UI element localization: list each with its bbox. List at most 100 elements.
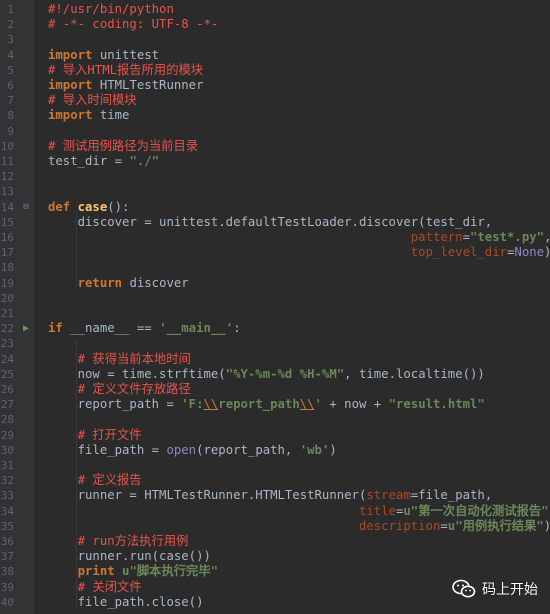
keyword: import [48, 108, 93, 123]
line-number: 11 [0, 155, 14, 168]
code-text: unittest [92, 47, 160, 62]
fold-collapse-icon[interactable]: ⊟ [22, 200, 30, 215]
line-number: 35 [0, 519, 14, 533]
line-number: 30 [0, 443, 14, 457]
line-number: 9 [7, 124, 14, 138]
code-line: description=u"用例执行结果") [48, 519, 550, 534]
keyword-argument: pattern [410, 230, 463, 244]
code-line: title=u"第一次自动化测试报告", [48, 504, 550, 519]
code-line: # 打开文件 [48, 428, 550, 443]
punctuation: ) [544, 245, 550, 259]
line-number-gutter: 1 2 3 4 5 6 7 8 9 10 11 12 13 14 15 16 1… [0, 0, 34, 614]
line-number: 14 [0, 200, 14, 214]
code-line: runner.run(case()) [48, 549, 550, 564]
string: u"用例执行结果" [447, 518, 544, 533]
line-number: 36 [0, 535, 14, 548]
line-number: 17 [0, 246, 14, 260]
code-line: import time [48, 108, 550, 123]
wechat-icon [452, 579, 476, 598]
code-text: file_path = [48, 442, 167, 457]
code-line: import HTMLTestRunner [48, 78, 550, 93]
code-line: # 定义文件存放路径 [48, 382, 550, 397]
line-number: 1 [7, 3, 14, 16]
code-text: + now + [321, 397, 389, 412]
line-number: 6 [7, 79, 14, 92]
code-line: # 测试用例路径为当前目录 [48, 139, 550, 154]
code-line: # 导入时间模块 [48, 93, 550, 108]
line-number: 10 [0, 139, 14, 153]
punctuation: ) [544, 519, 550, 533]
line-number: 12 [0, 170, 14, 184]
code-text: test_dir = [48, 154, 130, 168]
comment: # -*- coding: UTF-8 -*- [48, 17, 219, 32]
run-arrow-icon[interactable]: ▶ [22, 321, 30, 336]
keyword: return [77, 275, 123, 290]
code-text: HTMLTestRunner [92, 78, 204, 92]
string: report_path [218, 397, 300, 412]
keyword: import [48, 78, 93, 92]
function-name: case [77, 199, 108, 214]
code-text: file_path.close() [48, 594, 204, 609]
line-number: 3 [7, 33, 14, 47]
code-line: # 获得当前本地时间 [48, 352, 550, 367]
string: 'wb' [299, 442, 330, 457]
line-number: 4 [7, 48, 14, 62]
line-number: 38 [0, 565, 14, 579]
code-text: report_path = [48, 397, 182, 412]
code-line: # 定义报告 [48, 473, 550, 488]
keyword: print [77, 564, 115, 579]
string: ' [314, 397, 322, 412]
code-text: __name__ == [62, 321, 160, 336]
keyword-argument: stream [366, 488, 411, 503]
line-number: 34 [0, 504, 14, 518]
code-text: , time.localtime()) [344, 366, 485, 381]
builtin-function: open [166, 442, 197, 457]
line-number: 18 [0, 261, 14, 275]
line-number: 15 [0, 215, 14, 229]
code-line: test_dir = "./" [48, 154, 550, 169]
code-text: discover = unittest.defaultTestLoader.di… [48, 214, 493, 229]
line-number: 28 [0, 413, 14, 427]
line-number: 40 [0, 595, 14, 609]
code-editor[interactable]: 1 2 3 4 5 6 7 8 9 10 11 12 13 14 15 16 1… [0, 0, 550, 614]
string: "./" [129, 154, 160, 168]
keyword-argument: title [358, 503, 396, 518]
line-number: 13 [0, 185, 14, 199]
string: '__main__' [159, 321, 234, 336]
code-line: # -*- coding: UTF-8 -*- [48, 17, 550, 32]
line-number: 25 [0, 367, 14, 381]
line-number: 19 [0, 276, 14, 290]
string: 'F: [181, 397, 204, 412]
comment: # 打开文件 [48, 427, 142, 442]
line-number: 27 [0, 398, 14, 412]
line-number: 2 [7, 18, 14, 32]
line-number: 31 [0, 459, 14, 472]
keyword-argument: description [358, 518, 441, 533]
code-line: print u"脚本执行完毕" [48, 564, 550, 579]
line-number: 24 [0, 352, 14, 366]
comment: # 导入HTML报告所用的模块 [48, 62, 204, 77]
comment: # run方法执行用例 [48, 534, 189, 548]
string: "%Y-%m-%d %H-%M" [225, 366, 345, 381]
watermark-label: 码上开始 [482, 582, 538, 598]
keyword: def [48, 199, 71, 214]
code-line: pattern="test*.py", [48, 230, 550, 245]
code-text: discover [122, 275, 189, 290]
string: "result.html" [388, 397, 485, 412]
code-line: return discover [48, 276, 550, 291]
punctuation: , [544, 230, 550, 244]
code-text-area[interactable]: #!/usr/bin/python # -*- coding: UTF-8 -*… [34, 0, 550, 614]
line-number: 22 [0, 322, 14, 336]
code-line: runner = HTMLTestRunner.HTMLTestRunner(s… [48, 488, 550, 503]
operator: = [440, 518, 448, 533]
code-text: runner.run(case()) [48, 549, 211, 564]
code-line: #!/usr/bin/python [48, 2, 550, 17]
comment: # 关闭文件 [77, 579, 142, 594]
line-number: 39 [0, 580, 14, 594]
escape-sequence: \\ [203, 397, 219, 412]
